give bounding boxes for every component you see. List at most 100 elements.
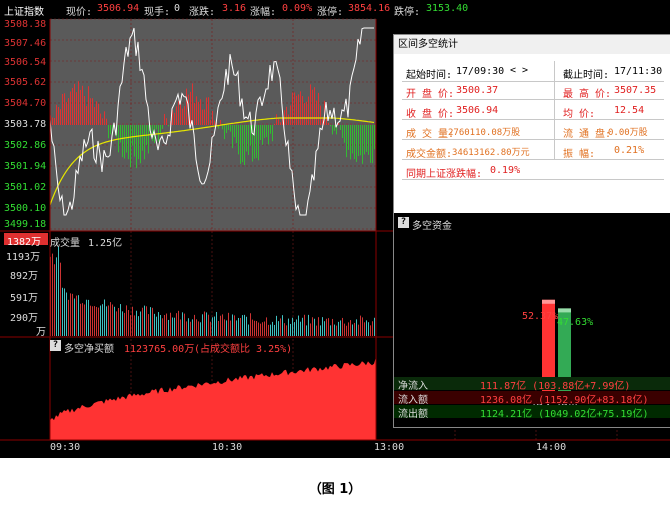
- volume-bar: [228, 312, 229, 336]
- volume-bar: [272, 321, 273, 336]
- volume-bar: [314, 318, 315, 336]
- volume-bar: [186, 321, 187, 336]
- prev-arrow-button[interactable]: <: [510, 65, 516, 76]
- volume-bar: [258, 322, 259, 336]
- volume-bar: [148, 314, 149, 336]
- volume-bar: [180, 319, 181, 336]
- next-arrow-button[interactable]: >: [522, 65, 528, 76]
- money-flow-bar: [202, 109, 203, 125]
- volume-bar: [90, 305, 91, 336]
- money-flow-bar: [70, 91, 71, 125]
- intraday-chart[interactable]: 上证指数 现价: 3506.94 现手: 0 涨跌: 3.16 涨幅: 0.09…: [0, 0, 670, 458]
- high-price-value: 3507.35: [614, 85, 657, 96]
- money-flow-bar: [286, 106, 287, 125]
- money-flow-bar: [298, 94, 299, 125]
- money-flow-bar: [226, 125, 227, 133]
- volume-bar: [304, 314, 305, 336]
- money-flow-bar: [214, 120, 215, 125]
- money-flow-bar: [108, 125, 109, 139]
- money-flow-bar: [92, 98, 93, 125]
- volume-bar: [196, 319, 197, 336]
- price-tick: 3499.18: [4, 219, 47, 230]
- money-flow-bar: [196, 96, 197, 125]
- volume-bar: [242, 315, 243, 336]
- volume-bar: [220, 315, 221, 336]
- money-flow-bar: [144, 125, 145, 160]
- volume-bar: [188, 318, 189, 336]
- volume-bar: [150, 307, 151, 336]
- money-flow-bar: [180, 103, 181, 125]
- money-flow-bar: [176, 106, 177, 125]
- volume-bar: [96, 306, 97, 336]
- volume-bar: [358, 324, 359, 336]
- money-flow-bar: [304, 102, 305, 125]
- avg-price-value: 12.54: [614, 105, 645, 116]
- money-flow-bar: [300, 91, 301, 125]
- money-flow-bar: [360, 125, 361, 156]
- volume-bar: [270, 324, 271, 336]
- money-flow-bar: [164, 113, 165, 125]
- time-tick: 09:30: [50, 442, 81, 453]
- volume-bar: [194, 314, 195, 336]
- fund-row-value: 1124.21亿 (1049.02亿+75.19亿): [480, 409, 649, 420]
- volume-bar: [350, 320, 351, 336]
- volume-bar: [182, 312, 183, 336]
- money-flow-bar: [274, 123, 275, 125]
- close-price-value: 3506.94: [456, 105, 499, 116]
- volume-bar: [280, 318, 281, 336]
- volume-bar: [274, 324, 275, 336]
- volume-bar: [282, 315, 283, 336]
- money-flow-bar: [156, 125, 157, 130]
- money-flow-bar: [208, 97, 209, 125]
- volume-bar: [176, 313, 177, 336]
- volume-tick: 591万: [10, 293, 39, 304]
- volume-bar: [80, 303, 81, 336]
- money-flow-bar: [248, 125, 249, 155]
- money-flow-bar: [236, 125, 237, 143]
- money-flow-bar: [366, 125, 367, 152]
- net-buy-help-icon[interactable]: ?: [50, 340, 61, 351]
- money-flow-bar: [148, 125, 149, 154]
- money-flow-bar: [294, 92, 295, 125]
- money-flow-bar: [192, 83, 193, 125]
- end-time-value: 17/11:30: [614, 66, 663, 77]
- inflow-pct: 52.37%: [522, 311, 559, 322]
- popup-title[interactable]: 区间多空统计: [394, 35, 670, 54]
- money-flow-bar: [190, 91, 191, 125]
- price-tick-base: 3503.78: [4, 119, 47, 130]
- money-flow-bar: [84, 96, 85, 125]
- volume-bar: [256, 321, 257, 336]
- volume-bar: [226, 320, 227, 336]
- volume-bar: [262, 322, 263, 336]
- money-flow-bar: [168, 125, 169, 127]
- money-flow-bar: [340, 125, 341, 131]
- volume-bar: [84, 304, 85, 336]
- money-flow-bar: [142, 125, 143, 151]
- volume-bar: [172, 317, 173, 336]
- volume-bar: [240, 318, 241, 336]
- volume-bar: [266, 317, 267, 336]
- range-stats-popup[interactable]: 区间多空统计 起始时间: 17/09:30 < > 截止时间: 17/11:30…: [393, 34, 670, 428]
- money-flow-bar: [244, 125, 245, 166]
- volume-bar: [352, 324, 353, 336]
- volume-bar: [244, 314, 245, 336]
- net-buy-value: 1123765.00万: [124, 344, 195, 355]
- fund-row-value: 1236.08亿 (1152.90亿+83.18亿): [480, 395, 649, 406]
- money-flow-bar: [310, 84, 311, 125]
- volume-bar: [72, 293, 73, 336]
- price-tick: 3501.02: [4, 182, 47, 193]
- fund-row-value: 111.87亿 (103.88亿+7.99亿): [480, 381, 631, 392]
- money-flow-bar: [166, 118, 167, 125]
- volume-bar: [92, 306, 93, 336]
- volume-bar: [248, 324, 249, 336]
- money-flow-bar: [296, 95, 297, 125]
- volume-bar: [332, 318, 333, 336]
- volume-bar: [232, 314, 233, 336]
- volume-bar: [140, 311, 141, 336]
- money-flow-bar: [288, 114, 289, 125]
- volume-bar: [212, 317, 213, 336]
- volume-bar: [100, 305, 101, 336]
- volume-bar: [236, 320, 237, 336]
- money-flow-bar: [342, 125, 343, 138]
- volume-bar: [368, 322, 369, 336]
